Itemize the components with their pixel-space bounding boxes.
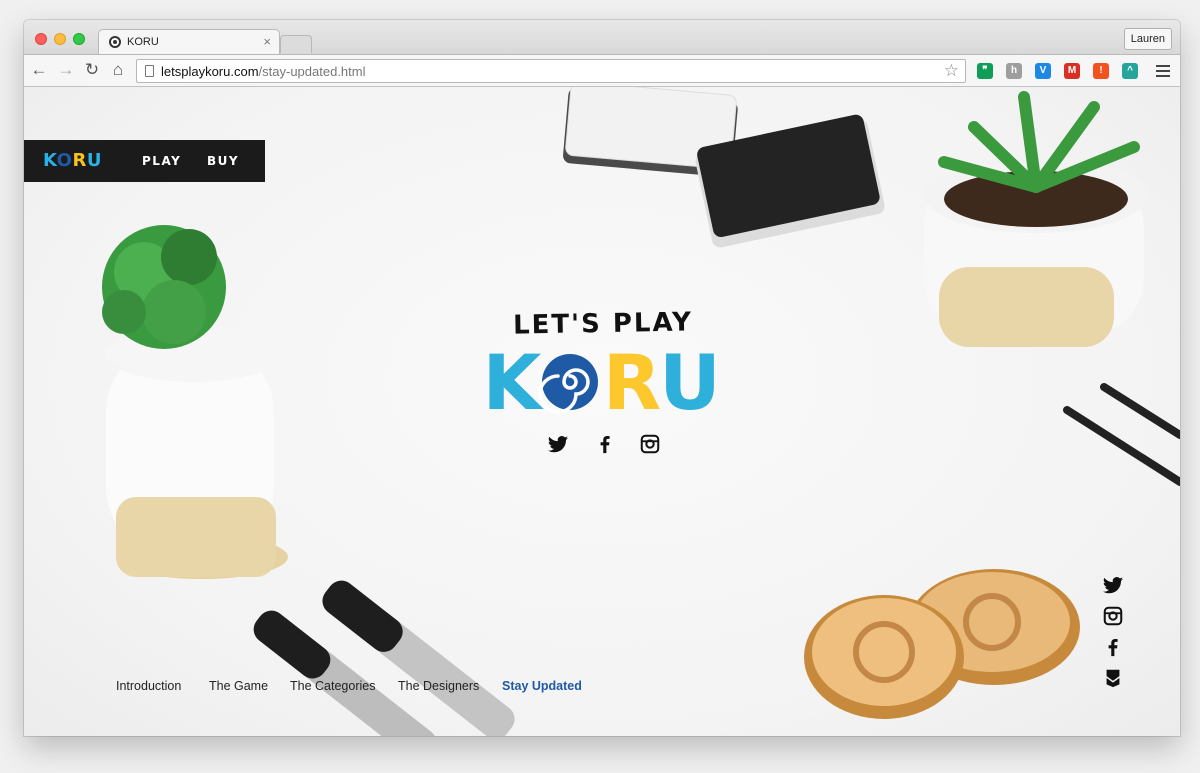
- forward-arrow-icon[interactable]: →: [55, 59, 77, 81]
- reload-icon[interactable]: ↻: [81, 59, 103, 81]
- page-icon: [145, 65, 154, 77]
- url-path: /stay-updated.html: [258, 64, 366, 79]
- alert-extension-icon[interactable]: !: [1093, 63, 1109, 79]
- facebook-icon[interactable]: [1102, 636, 1124, 658]
- bookmark-star-icon[interactable]: ☆: [944, 61, 959, 81]
- url-text: letsplaykoru.com/stay-updated.html: [161, 64, 366, 79]
- hero-subtitle: LET'S PLAY: [512, 307, 694, 341]
- tab-title: KORU: [127, 36, 159, 48]
- hamburger-menu-icon[interactable]: [1156, 62, 1170, 80]
- browser-tab[interactable]: KORU ×: [98, 29, 280, 55]
- page-content: KORU PLAY BUY LET'S PLAY KRU Introductio…: [24, 87, 1180, 736]
- koru-hero-logo: K RU: [484, 349, 721, 415]
- grey-extension-icon[interactable]: h: [1006, 63, 1022, 79]
- tab-strip: KORU × Lauren: [24, 20, 1180, 55]
- hero-logo-letter: R: [603, 349, 662, 415]
- nav-play-link[interactable]: PLAY: [142, 154, 181, 168]
- hangouts-extension-icon[interactable]: ❞: [977, 63, 993, 79]
- hero-logo-letter: K: [484, 349, 545, 415]
- section-link-stay-updated[interactable]: Stay Updated: [502, 679, 582, 693]
- home-icon[interactable]: ⌂: [107, 59, 129, 81]
- hero-logo-spiral-o: [538, 354, 598, 414]
- zoom-window-button[interactable]: [73, 33, 85, 45]
- tab-close-icon[interactable]: ×: [263, 34, 271, 49]
- profile-button[interactable]: Lauren: [1123, 28, 1172, 50]
- nav-buy-link[interactable]: BUY: [207, 154, 239, 168]
- url-host: letsplaykoru.com: [161, 64, 259, 79]
- twitter-icon[interactable]: [547, 433, 569, 455]
- instagram-icon[interactable]: [1102, 605, 1124, 627]
- browser-window: KORU × Lauren ← → ↻ ⌂ letsplaykoru.com/s…: [24, 20, 1180, 736]
- nav-logo-letter: R: [72, 150, 87, 171]
- rainbow-extension-icon[interactable]: ^: [1122, 63, 1138, 79]
- nav-logo-letter: O: [56, 150, 73, 171]
- bandcamp-icon[interactable]: [1102, 667, 1124, 689]
- section-link-the-categories[interactable]: The Categories: [290, 679, 375, 693]
- minimize-window-button[interactable]: [54, 33, 66, 45]
- v-extension-icon[interactable]: V: [1035, 63, 1051, 79]
- nav-logo-letter: K: [43, 150, 57, 171]
- nav-logo-letter: U: [86, 150, 102, 171]
- close-window-button[interactable]: [35, 33, 47, 45]
- hero-logo-letter: U: [659, 349, 721, 415]
- twitter-icon[interactable]: [1102, 574, 1124, 596]
- site-nav-bar: KORU PLAY BUY: [24, 140, 265, 182]
- gmail-extension-icon[interactable]: M: [1064, 63, 1080, 79]
- section-link-the-game[interactable]: The Game: [209, 679, 268, 693]
- back-arrow-icon[interactable]: ←: [28, 59, 50, 81]
- instagram-icon[interactable]: [639, 433, 661, 455]
- new-tab-button[interactable]: [280, 35, 312, 53]
- koru-nav-logo[interactable]: KORU: [43, 150, 102, 171]
- section-link-the-designers[interactable]: The Designers: [398, 679, 479, 693]
- koru-favicon-icon: [109, 36, 121, 48]
- hero-social-links: [544, 433, 664, 457]
- browser-toolbar: ← → ↻ ⌂ letsplaykoru.com/stay-updated.ht…: [24, 54, 1180, 87]
- address-bar[interactable]: letsplaykoru.com/stay-updated.html ☆: [136, 59, 966, 83]
- facebook-icon[interactable]: [594, 433, 616, 455]
- side-social-links: [1102, 574, 1124, 692]
- section-link-introduction[interactable]: Introduction: [116, 679, 181, 693]
